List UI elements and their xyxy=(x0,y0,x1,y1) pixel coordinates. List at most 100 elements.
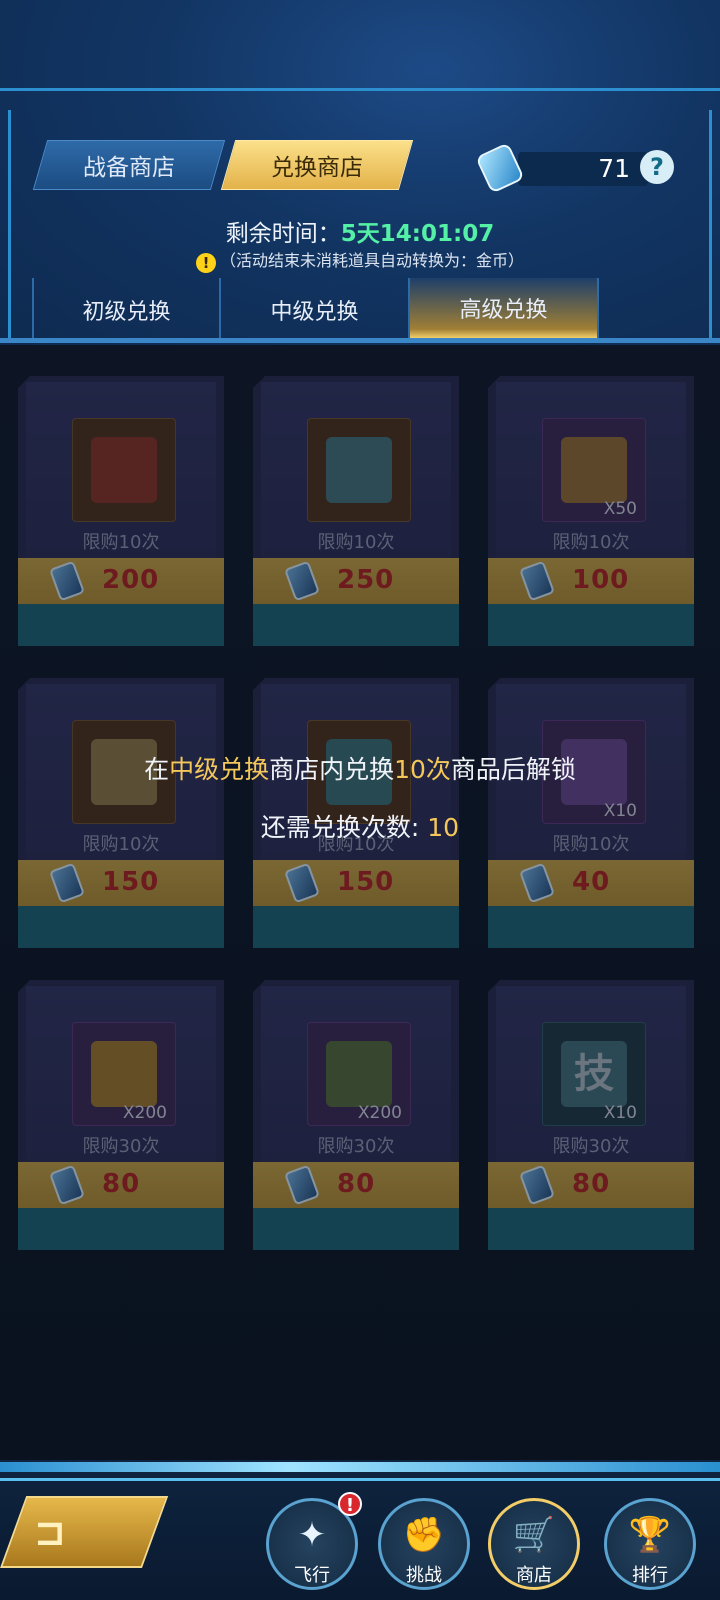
timer-label: 剩余时间： xyxy=(225,221,341,247)
price-band: 150 xyxy=(253,860,459,906)
item-price: 200 xyxy=(102,565,160,595)
price-band: 100 xyxy=(488,558,694,604)
card-footer xyxy=(253,604,459,646)
tab-exchange-shop[interactable]: 兑换商店 xyxy=(220,140,414,190)
purchase-limit: 限购30次 xyxy=(552,1136,630,1157)
nav-rank[interactable]: 🏆 排行 xyxy=(604,1498,696,1590)
item-slot xyxy=(307,418,411,522)
item-price: 40 xyxy=(572,867,611,897)
timer-value: 5天14:01:07 xyxy=(340,221,495,247)
purchase-limit: 限购10次 xyxy=(82,532,160,553)
item-slot: X50 xyxy=(542,418,646,522)
unlock-requirement: 在中级兑换商店内兑换10次商品后解锁 xyxy=(144,755,576,784)
exchange-ticket-icon xyxy=(518,862,556,904)
item-icon xyxy=(326,437,392,503)
card-footer xyxy=(18,906,224,948)
notice-text: （活动结束未消耗道具自动转换为：金币） xyxy=(219,251,524,270)
item-quantity: X200 xyxy=(122,1103,167,1123)
item-icon: 技 xyxy=(561,1041,627,1107)
nav-shop[interactable]: 🛒 商店 xyxy=(488,1498,580,1590)
nav-rail xyxy=(0,1462,720,1472)
fly-icon: ✦ xyxy=(297,1515,327,1555)
shop-item-card[interactable]: X50 限购10次 100 xyxy=(488,376,694,646)
item-price: 80 xyxy=(337,1169,376,1199)
exchange-ticket-icon xyxy=(283,560,321,602)
item-price: 150 xyxy=(102,867,160,897)
price-band: 150 xyxy=(18,860,224,906)
tab-intermediate-exchange[interactable]: 中级兑换 xyxy=(221,278,410,342)
item-price: 150 xyxy=(337,867,395,897)
price-band: 80 xyxy=(18,1162,224,1208)
exchange-ticket-icon xyxy=(48,560,86,602)
cart-icon: 🛒 xyxy=(512,1515,556,1555)
nav-shop-label: 商店 xyxy=(516,1565,552,1586)
card-footer xyxy=(488,906,694,948)
shop-item-card[interactable]: 限购10次 200 xyxy=(18,376,224,646)
back-icon: ⊐ xyxy=(34,1510,66,1554)
item-icon xyxy=(326,1041,392,1107)
exchange-ticket-icon xyxy=(518,560,556,602)
help-icon[interactable]: ? xyxy=(640,150,674,184)
exchange-ticket-icon xyxy=(283,1164,321,1206)
unlock-highlight-tier: 中级兑换 xyxy=(169,755,270,784)
tier-tabs: 初级兑换 中级兑换 高级兑换 xyxy=(32,278,600,342)
exchange-ticket-icon xyxy=(518,1164,556,1206)
price-band: 40 xyxy=(488,860,694,906)
tab-advanced-exchange[interactable]: 高级兑换 xyxy=(410,278,599,342)
nav-rank-label: 排行 xyxy=(632,1565,668,1586)
item-price: 80 xyxy=(572,1169,611,1199)
unlock-highlight-count: 10次 xyxy=(394,755,451,784)
nav-fly-label: 飞行 xyxy=(294,1565,330,1586)
purchase-limit: 限购30次 xyxy=(317,1136,395,1157)
trophy-icon: 🏆 xyxy=(628,1515,672,1555)
item-icon xyxy=(91,1041,157,1107)
card-footer xyxy=(253,906,459,948)
item-slot: X200 xyxy=(307,1022,411,1126)
price-band: 200 xyxy=(18,558,224,604)
remaining-time: 剩余时间：5天14:01:07 xyxy=(0,214,720,248)
currency-value: 71 xyxy=(598,154,630,183)
notice: ! （活动结束未消耗道具自动转换为：金币） xyxy=(0,247,720,273)
remaining-exchanges: 还需兑换次数: 10 xyxy=(260,813,460,842)
nav-rail-line xyxy=(0,1478,720,1481)
remaining-exchanges-value: 10 xyxy=(427,813,460,842)
warning-icon: ! xyxy=(195,253,216,273)
purchase-limit: 限购10次 xyxy=(317,532,395,553)
card-footer xyxy=(488,1208,694,1250)
exchange-ticket-icon xyxy=(48,862,86,904)
card-footer xyxy=(18,1208,224,1250)
item-slot: 技 X10 xyxy=(542,1022,646,1126)
item-price: 100 xyxy=(572,565,630,595)
nav-challenge-label: 挑战 xyxy=(406,1565,442,1586)
item-slot: X200 xyxy=(72,1022,176,1126)
item-icon xyxy=(561,437,627,503)
exchange-ticket-icon xyxy=(48,1164,86,1206)
fist-icon: ✊ xyxy=(402,1515,446,1555)
header-divider xyxy=(0,338,720,343)
card-footer xyxy=(18,604,224,646)
price-band: 80 xyxy=(488,1162,694,1208)
tab-basic-exchange[interactable]: 初级兑换 xyxy=(32,278,221,342)
price-band: 250 xyxy=(253,558,459,604)
purchase-limit: 限购30次 xyxy=(82,1136,160,1157)
nav-challenge[interactable]: ✊ 挑战 xyxy=(378,1498,470,1590)
item-slot xyxy=(72,418,176,522)
shop-item-card[interactable]: 技 X10 限购30次 80 xyxy=(488,980,694,1250)
shop-item-card[interactable]: X200 限购30次 80 xyxy=(18,980,224,1250)
item-quantity: X50 xyxy=(603,499,637,519)
shop-item-card[interactable]: 限购10次 250 xyxy=(253,376,459,646)
currency-display: 71 ? xyxy=(475,142,688,194)
item-icon xyxy=(91,437,157,503)
card-footer xyxy=(488,604,694,646)
item-price: 250 xyxy=(337,565,395,595)
notification-badge: ! xyxy=(338,1492,362,1516)
item-quantity: X200 xyxy=(357,1103,402,1123)
card-footer xyxy=(253,1208,459,1250)
item-quantity: X10 xyxy=(603,1103,637,1123)
item-price: 80 xyxy=(102,1169,141,1199)
shop-item-card[interactable]: X200 限购30次 80 xyxy=(253,980,459,1250)
exchange-ticket-icon xyxy=(283,862,321,904)
price-band: 80 xyxy=(253,1162,459,1208)
purchase-limit: 限购10次 xyxy=(552,532,630,553)
tab-battle-shop[interactable]: 战备商店 xyxy=(32,140,226,190)
